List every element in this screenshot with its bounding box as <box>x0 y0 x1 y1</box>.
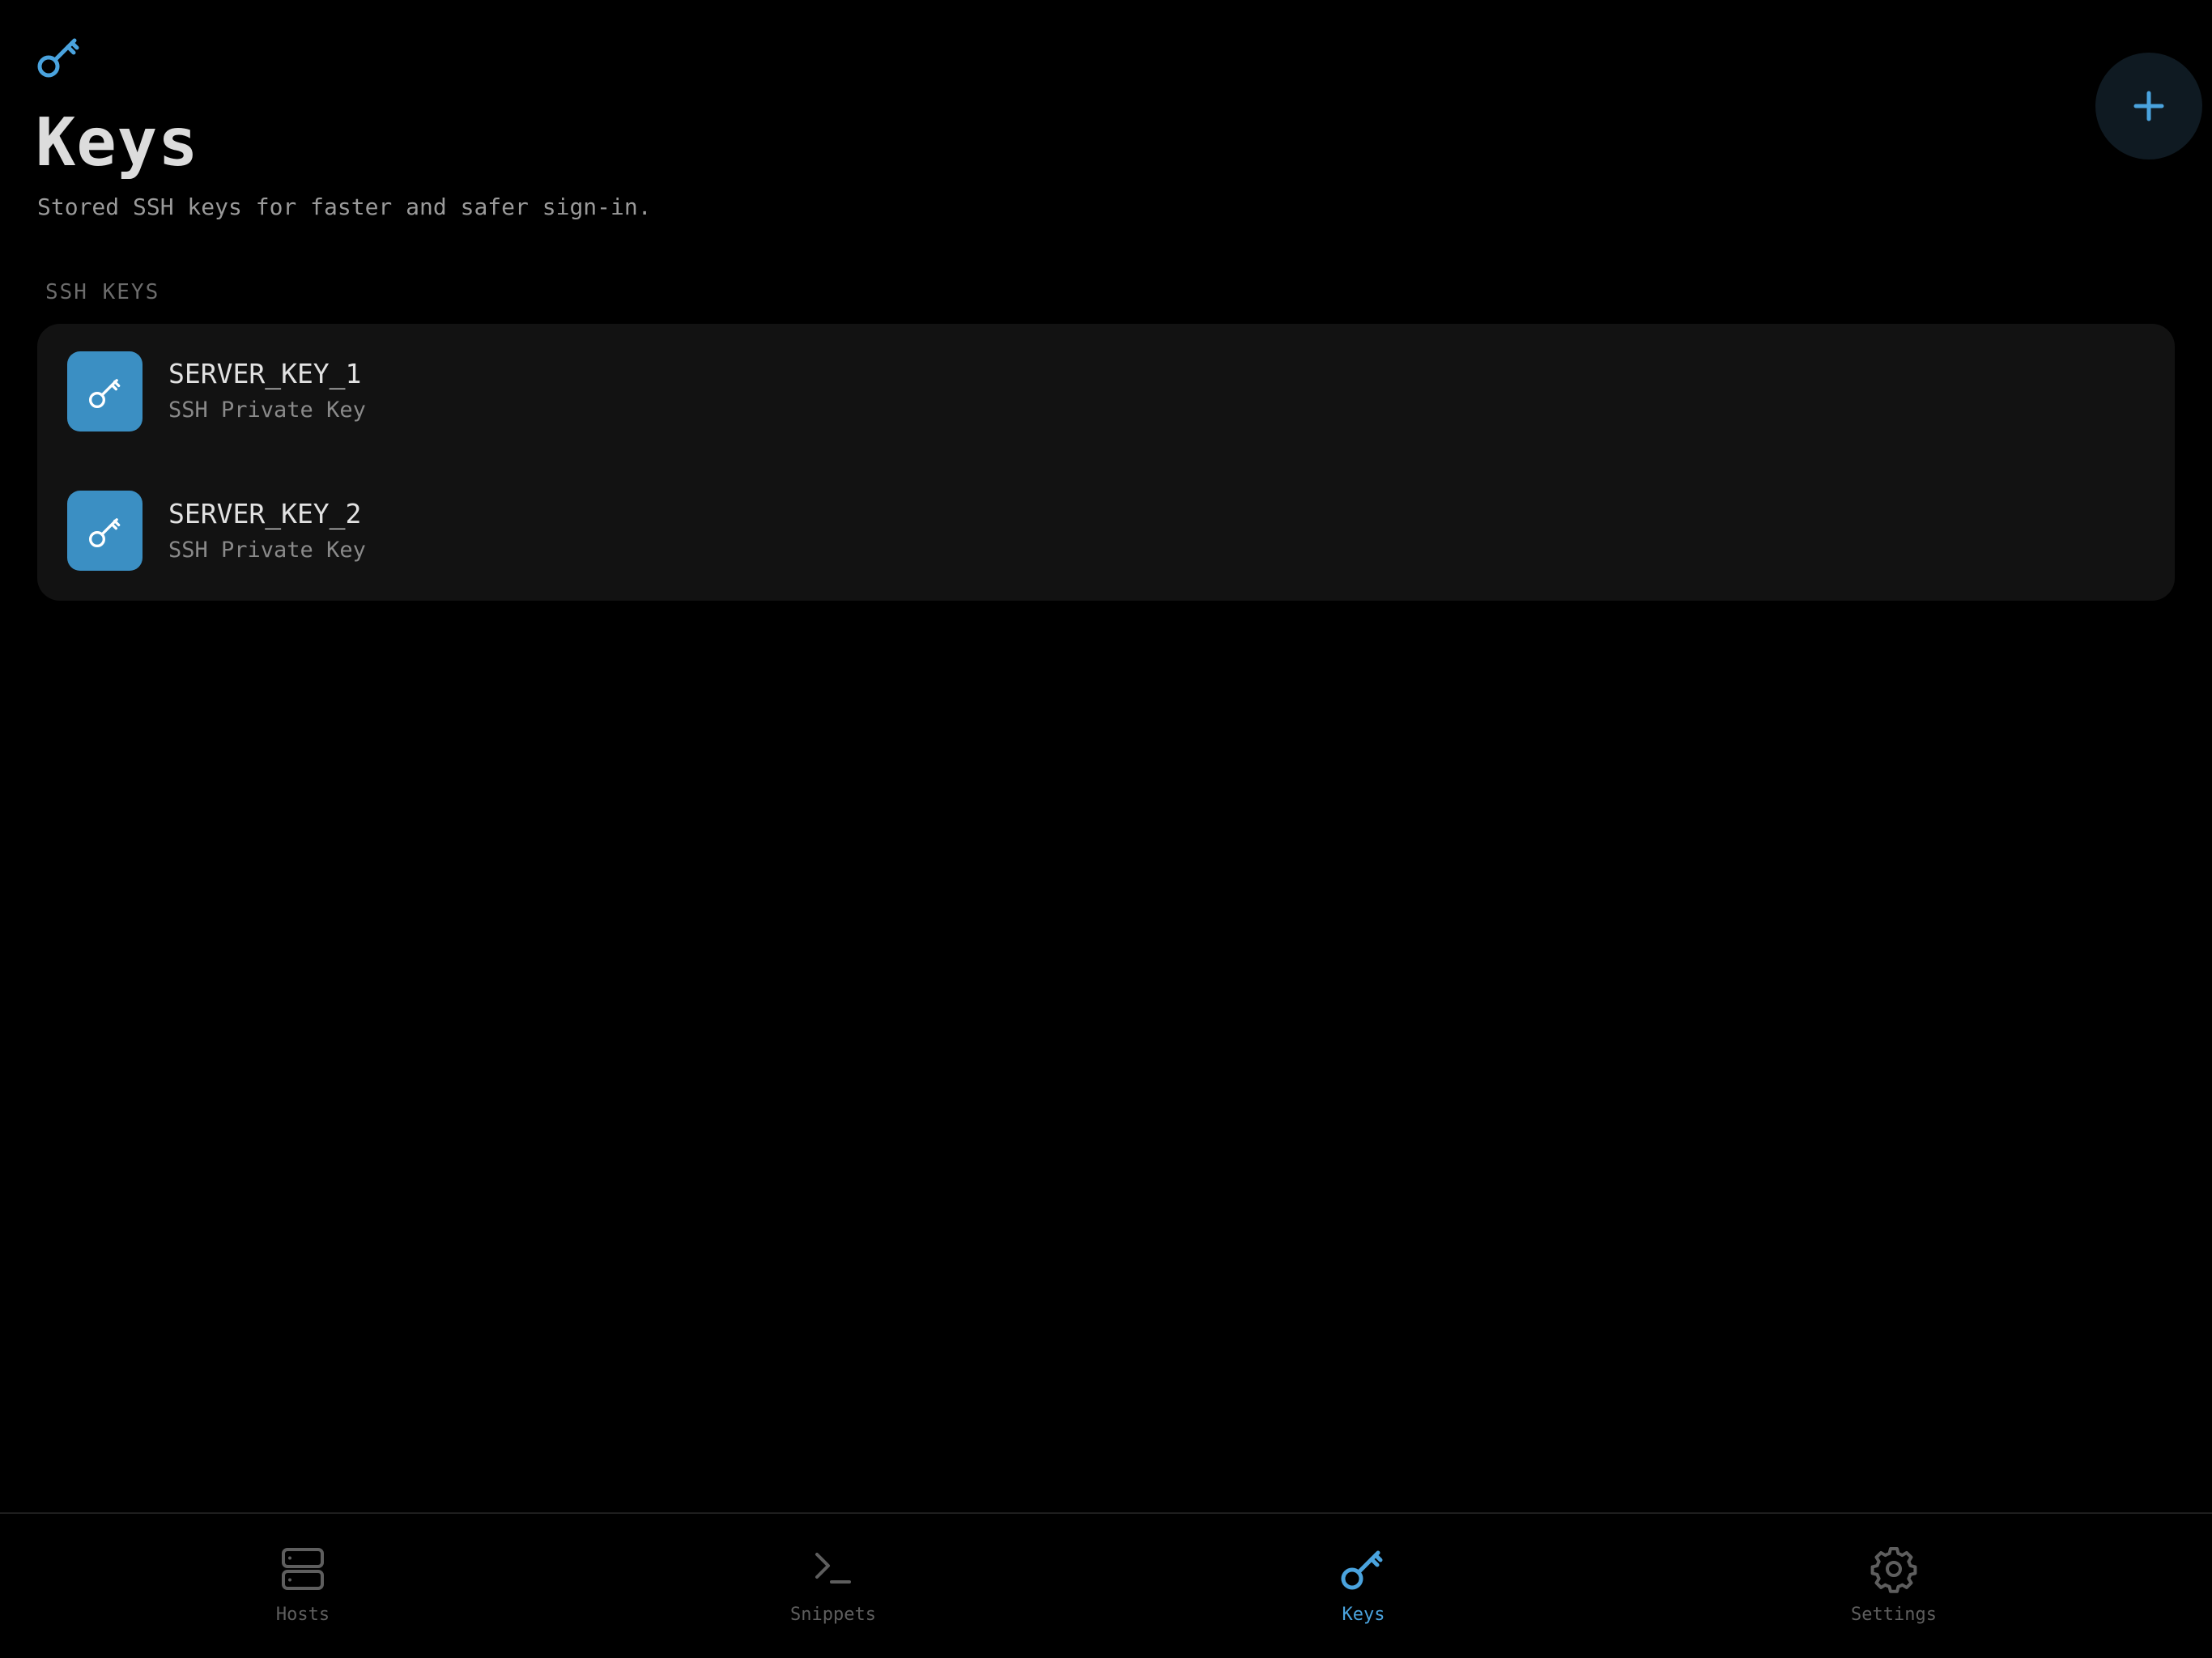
gear-icon <box>1870 1547 1917 1593</box>
tab-label: Snippets <box>790 1605 876 1625</box>
section-label: SSH KEYS <box>45 280 160 304</box>
plus-icon <box>2133 91 2164 121</box>
add-key-button[interactable] <box>2095 53 2202 159</box>
key-tile <box>67 491 143 571</box>
tab-hosts[interactable]: Hosts <box>181 1514 424 1658</box>
key-list-item[interactable]: SERVER_KEY_2 SSH Private Key <box>37 462 2175 601</box>
tab-settings[interactable]: Settings <box>1772 1514 2015 1658</box>
tab-bar: Hosts Snippets Keys Settings <box>0 1512 2212 1658</box>
page-title: Keys <box>36 104 199 181</box>
page-subtitle: Stored SSH keys for faster and safer sig… <box>37 193 652 220</box>
key-icon <box>88 378 120 408</box>
keys-list: SERVER_KEY_1 SSH Private Key SERVER_KEY_… <box>37 324 2175 601</box>
tab-snippets[interactable]: Snippets <box>712 1514 955 1658</box>
key-icon <box>88 517 120 547</box>
key-type: SSH Private Key <box>168 397 366 423</box>
tab-label: Settings <box>1851 1605 1937 1625</box>
terminal-icon <box>815 1553 851 1584</box>
tab-label: Hosts <box>275 1605 330 1625</box>
key-type: SSH Private Key <box>168 538 366 563</box>
key-tile <box>67 351 143 432</box>
tab-keys[interactable]: Keys <box>1242 1514 1485 1658</box>
key-icon <box>37 38 79 78</box>
keys-screen: Keys Stored SSH keys for faster and safe… <box>0 0 2212 1658</box>
key-list-item[interactable]: SERVER_KEY_1 SSH Private Key <box>37 324 2175 462</box>
tab-label: Keys <box>1342 1605 1385 1625</box>
key-icon <box>1341 1550 1383 1590</box>
key-name: SERVER_KEY_1 <box>168 358 362 389</box>
server-icon <box>282 1548 324 1590</box>
key-name: SERVER_KEY_2 <box>168 498 362 529</box>
